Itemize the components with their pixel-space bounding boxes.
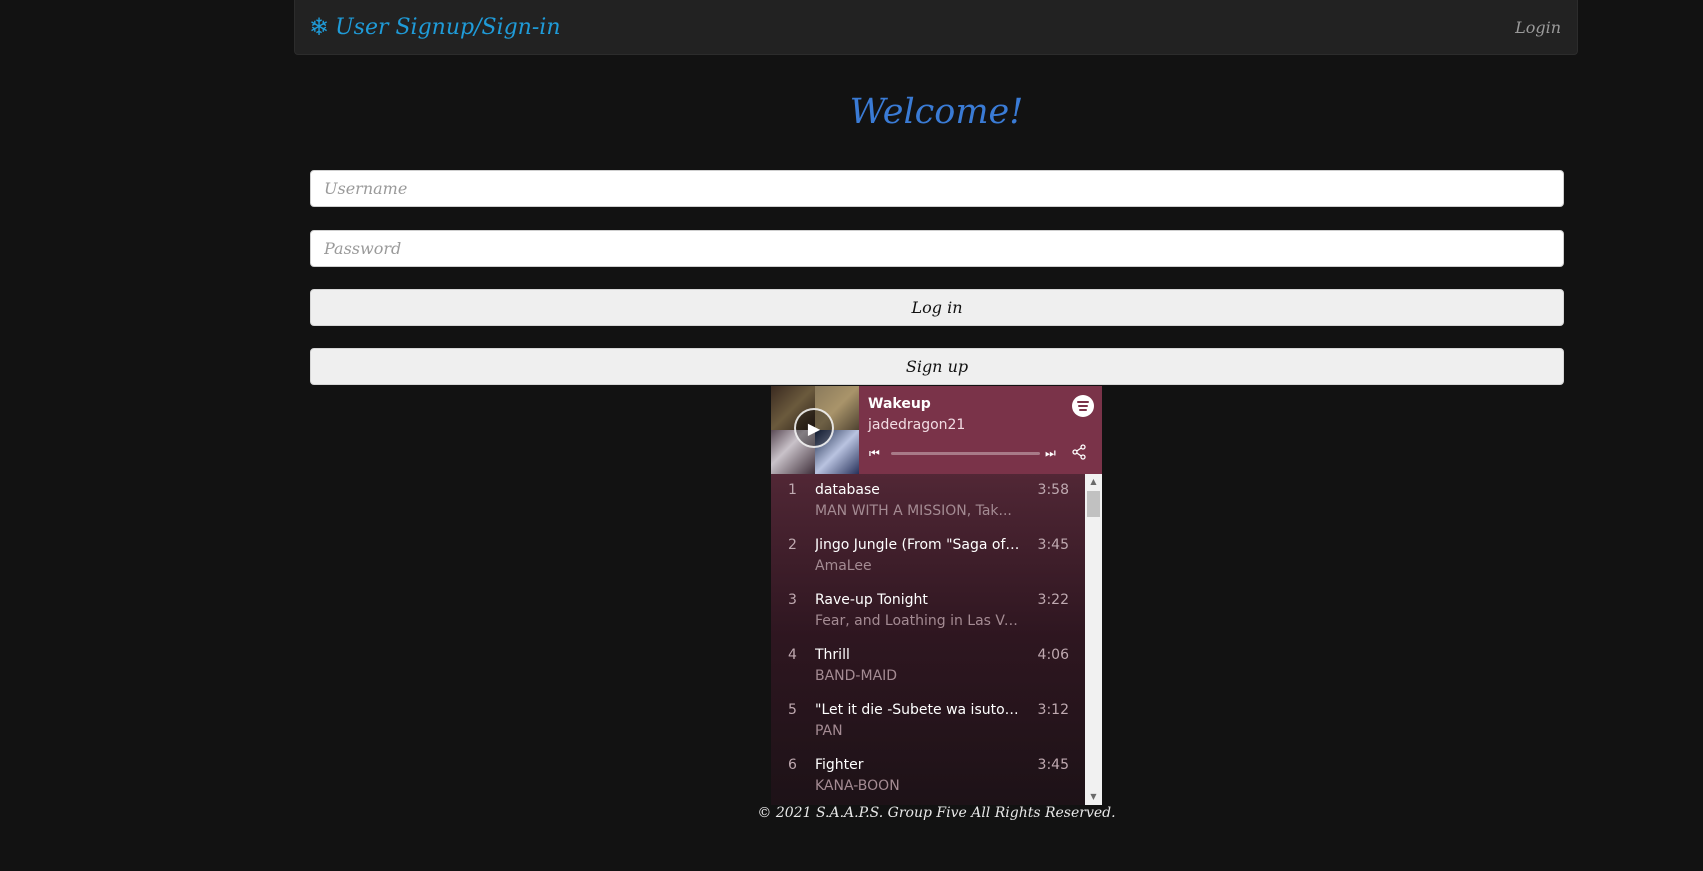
track-row[interactable]: 5 "Let it die -Subete wa isutori ... PAN 3:… — [771, 694, 1085, 749]
track-row[interactable]: 6 Fighter KANA-BOON 3:45 — [771, 749, 1085, 804]
scroll-up-icon[interactable]: ▲ — [1085, 474, 1102, 490]
track-number: 2 — [788, 537, 797, 553]
playlist-title[interactable]: Wakeup — [868, 396, 931, 412]
track-number: 5 — [788, 702, 797, 718]
track-name: Jingo Jungle (From "Saga of ... — [815, 537, 1020, 553]
track-duration: 3:12 — [1037, 702, 1069, 718]
track-name: Rave-up Tonight — [815, 592, 928, 608]
track-name: "Let it die -Subete wa isutori ... — [815, 702, 1020, 718]
track-number: 6 — [788, 757, 797, 773]
nav-login-link[interactable]: Login — [1515, 18, 1561, 37]
track-name: database — [815, 482, 880, 498]
logo-wave — [1078, 405, 1088, 407]
track-artist: PAN — [815, 723, 843, 739]
brand-label: User Signup/Sign-in — [335, 14, 561, 40]
skip-back-icon[interactable]: ⏮ — [869, 446, 880, 461]
snowflake-icon: ❄ — [309, 13, 330, 41]
track-list: 1 database MAN WITH A MISSION, Tak... 3:58 2… — [771, 474, 1085, 805]
spotify-logo-icon[interactable] — [1072, 395, 1094, 417]
progress-bar[interactable] — [891, 452, 1040, 455]
player-header: ▶ Wakeup jadedragon21 ⏮ ⏭ — [771, 386, 1102, 474]
track-row[interactable]: 1 database MAN WITH A MISSION, Tak... 3:58 — [771, 474, 1085, 529]
track-artist: AmaLee — [815, 558, 872, 574]
track-name: Fighter — [815, 757, 864, 773]
track-row[interactable]: 3 Rave-up Tonight Fear, and Loathing in La… — [771, 584, 1085, 639]
logo-wave — [1077, 401, 1089, 403]
share-icon[interactable] — [1071, 444, 1087, 464]
track-number: 1 — [788, 482, 797, 498]
welcome-heading: Welcome! — [849, 92, 1024, 132]
playlist-owner[interactable]: jadedragon21 — [868, 417, 965, 433]
login-button[interactable]: Log in — [310, 289, 1564, 326]
track-artist: BAND-MAID — [815, 668, 898, 684]
track-duration: 3:22 — [1037, 592, 1069, 608]
track-artist: KANA-BOON — [815, 778, 900, 794]
track-artist: Fear, and Loathing in Las Veg... — [815, 613, 1020, 629]
track-artist: MAN WITH A MISSION, Tak... — [815, 503, 1012, 519]
footer-copyright: © 2021 S.A.A.P.S. Group Five All Rights … — [757, 805, 1116, 821]
brand-link[interactable]: ❄ User Signup/Sign-in — [309, 13, 561, 41]
spotify-embed-player: ▶ Wakeup jadedragon21 ⏮ ⏭ 1 database MAN W… — [771, 386, 1102, 805]
track-duration: 3:58 — [1037, 482, 1069, 498]
signup-button[interactable]: Sign up — [310, 348, 1564, 385]
track-row[interactable]: 2 Jingo Jungle (From "Saga of ... AmaLee 3:… — [771, 529, 1085, 584]
track-name: Thrill — [815, 647, 850, 663]
track-duration: 4:06 — [1037, 647, 1069, 663]
top-navbar: ❄ User Signup/Sign-in Login — [294, 0, 1578, 55]
track-duration: 3:45 — [1037, 537, 1069, 553]
logo-wave — [1079, 409, 1087, 411]
track-row[interactable]: 4 Thrill BAND-MAID 4:06 — [771, 639, 1085, 694]
scroll-thumb[interactable] — [1087, 491, 1100, 517]
skip-forward-icon[interactable]: ⏭ — [1045, 446, 1056, 461]
track-duration: 3:45 — [1037, 757, 1069, 773]
track-list-scrollbar[interactable]: ▲ ▼ — [1085, 474, 1102, 805]
track-number: 3 — [788, 592, 797, 608]
play-icon[interactable]: ▶ — [794, 408, 834, 448]
track-number: 4 — [788, 647, 797, 663]
password-input[interactable] — [310, 230, 1564, 267]
username-input[interactable] — [310, 170, 1564, 207]
scroll-down-icon[interactable]: ▼ — [1085, 789, 1102, 805]
